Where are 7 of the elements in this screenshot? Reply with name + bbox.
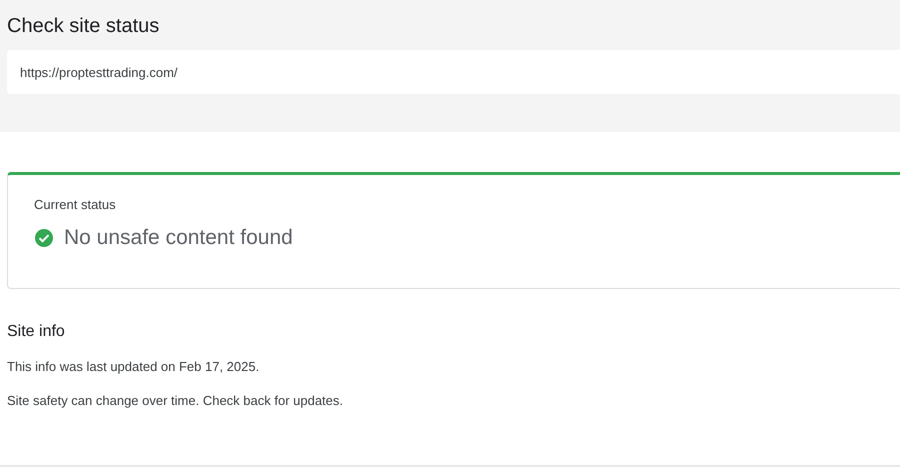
- info-text: Site safety can change over time. Check back for updates.: [7, 393, 344, 408]
- section-heading: Site info: [7, 323, 66, 341]
- page-title: Check site status: [7, 14, 160, 38]
- status-text: No unsafe content found: [64, 226, 293, 250]
- info-text: This info was last updated on Feb 17, 2025.: [7, 359, 260, 374]
- url-field[interactable]: https://proptesttrading.com/: [7, 50, 900, 94]
- status-label: Current status: [34, 197, 117, 212]
